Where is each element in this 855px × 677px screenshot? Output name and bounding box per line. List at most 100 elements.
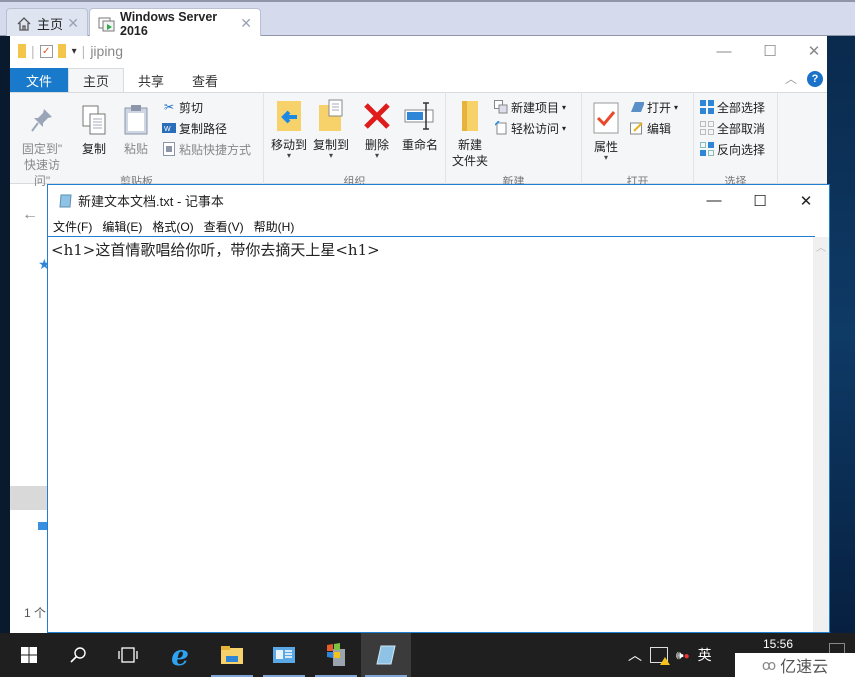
- menu-format[interactable]: 格式(O): [152, 218, 193, 235]
- move-to-button[interactable]: 移动到 ▾: [268, 99, 310, 160]
- search-icon: [70, 647, 86, 663]
- group-clipboard: 固定到" 快速访问" 复制 粘贴 ✂ 剪切 W 复制路径 粘贴快捷方式 剪贴板: [10, 93, 264, 188]
- select-none-button[interactable]: 全部取消: [700, 118, 765, 138]
- delete-x-icon: [361, 99, 393, 133]
- notepad-icon: [58, 193, 74, 209]
- menu-help[interactable]: 帮助(H): [254, 218, 295, 235]
- paste-icon: [120, 103, 152, 137]
- dropdown-icon: ▾: [562, 102, 567, 112]
- copy-button[interactable]: 复制: [76, 103, 112, 157]
- tab-home[interactable]: 主页 ✕: [6, 8, 88, 38]
- taskbar: e ︿ 🕪● 英 15:56 20: [0, 633, 855, 677]
- open-button[interactable]: 打开 ▾: [630, 97, 678, 117]
- close-icon[interactable]: ✕: [240, 15, 252, 32]
- ribbon: 固定到" 快速访问" 复制 粘贴 ✂ 剪切 W 复制路径 粘贴快捷方式 剪贴板 …: [10, 92, 827, 188]
- paste-button[interactable]: 粘贴: [118, 103, 154, 157]
- server-manager-button[interactable]: [259, 633, 309, 677]
- notepad-title: 新建文本文档.txt - 记事本: [78, 194, 224, 209]
- group-open: 属性 ▾ 打开 ▾ 编辑 打开: [582, 93, 694, 188]
- system-tray: ︿ 🕪● 英: [628, 633, 712, 677]
- scroll-up-icon[interactable]: ︿: [813, 239, 829, 254]
- volume-muted-icon[interactable]: 🕪●: [676, 648, 690, 663]
- desktop-edge: [0, 36, 10, 633]
- nav-item-selected[interactable]: [10, 486, 50, 510]
- task-view-button[interactable]: [103, 633, 153, 677]
- menu-view[interactable]: 查看(V): [204, 218, 244, 235]
- new-folder-icon: [454, 99, 486, 133]
- rename-icon: [404, 99, 436, 133]
- notepad-minimize-button[interactable]: —: [691, 185, 737, 216]
- invert-selection-icon: [700, 142, 714, 156]
- notepad-icon: [376, 645, 396, 665]
- svg-text:W: W: [164, 126, 171, 133]
- internet-explorer-icon: e: [171, 638, 189, 672]
- new-folder-qa-icon[interactable]: [57, 44, 66, 58]
- tab-share[interactable]: 共享: [124, 68, 178, 92]
- search-button[interactable]: [53, 633, 103, 677]
- dropdown-icon: ▾: [562, 123, 567, 133]
- customize-qa-dropdown-icon[interactable]: ▾: [72, 46, 77, 57]
- properties-button[interactable]: 属性 ▾: [588, 101, 624, 162]
- ribbon-right-controls: ︿ ?: [785, 70, 823, 87]
- copy-to-button[interactable]: 复制到 ▾: [310, 99, 352, 160]
- notepad-menu-bar: 文件(F) 编辑(E) 格式(O) 查看(V) 帮助(H): [48, 216, 829, 236]
- notepad-taskbar-button[interactable]: [361, 633, 411, 677]
- dropdown-icon: ▾: [674, 102, 679, 112]
- back-arrow-icon[interactable]: ←: [22, 206, 38, 224]
- new-item-button[interactable]: 新建项目 ▾: [494, 97, 566, 117]
- copy-icon: [78, 103, 110, 137]
- windows-logo-icon: [21, 647, 37, 663]
- vertical-scrollbar[interactable]: ︿: [813, 237, 829, 632]
- vm-tab-bar: 主页 ✕ Windows Server 2016 ✕: [0, 0, 855, 38]
- home-icon: [15, 15, 33, 33]
- network-warning-icon[interactable]: [650, 647, 670, 665]
- tab-home-ribbon[interactable]: 主页: [68, 68, 125, 92]
- menu-edit[interactable]: 编辑(E): [102, 218, 142, 235]
- watermark-text: 亿速云: [780, 659, 829, 676]
- new-folder-button[interactable]: 新建 文件夹: [450, 99, 490, 169]
- start-button[interactable]: [4, 633, 54, 677]
- task-view-icon: [118, 647, 138, 663]
- tab-file[interactable]: 文件: [10, 68, 69, 92]
- open-icon: [630, 100, 644, 114]
- edit-button[interactable]: 编辑: [630, 118, 671, 138]
- notepad-text-area[interactable]: <h1>这首情歌唱给你听，带你去摘天上星<h1>: [48, 236, 815, 632]
- tab-view[interactable]: 查看: [178, 68, 232, 92]
- clock-time: 15:56: [762, 637, 793, 651]
- minimize-button[interactable]: —: [701, 36, 747, 66]
- close-icon[interactable]: ✕: [67, 15, 79, 32]
- select-all-button[interactable]: 全部选择: [700, 97, 765, 117]
- close-button[interactable]: ✕: [791, 36, 837, 66]
- maximize-button[interactable]: ☐: [747, 36, 793, 66]
- copy-path-button[interactable]: W 复制路径: [162, 118, 227, 138]
- select-all-icon: [700, 100, 714, 114]
- easy-access-button[interactable]: 轻松访问 ▾: [494, 118, 566, 138]
- new-item-icon: [494, 100, 508, 114]
- navigation-pane: ← ★ 1 个: [10, 186, 51, 633]
- properties-checkbox-icon[interactable]: ✓: [39, 44, 53, 58]
- tab-home-label: 主页: [37, 17, 64, 32]
- input-language-indicator[interactable]: 英: [698, 645, 712, 665]
- paste-shortcut-icon: [162, 142, 176, 156]
- invert-selection-button[interactable]: 反向选择: [700, 139, 765, 159]
- tab-windows-server[interactable]: Windows Server 2016 ✕: [89, 8, 261, 38]
- show-hidden-icons-chevron[interactable]: ︿: [628, 645, 642, 665]
- select-none-icon: [700, 121, 714, 135]
- notepad-close-button[interactable]: ✕: [783, 185, 829, 216]
- delete-button[interactable]: 删除 ▾: [360, 99, 394, 160]
- scissors-icon: ✂: [163, 100, 175, 114]
- file-explorer-taskbar-button[interactable]: [207, 633, 257, 677]
- internet-explorer-button[interactable]: e: [155, 633, 205, 677]
- cut-button[interactable]: ✂ 剪切: [162, 97, 203, 117]
- group-select: 全部选择 全部取消 反向选择 选择: [694, 93, 778, 188]
- windows-update-button[interactable]: [311, 633, 361, 677]
- help-icon[interactable]: ?: [807, 70, 823, 87]
- menu-file[interactable]: 文件(F): [53, 218, 92, 235]
- notepad-maximize-button[interactable]: ☐: [737, 185, 783, 216]
- collapse-ribbon-icon[interactable]: ︿: [785, 70, 797, 87]
- copy-to-icon: [315, 99, 347, 133]
- paste-shortcut-button[interactable]: 粘贴快捷方式: [162, 139, 251, 159]
- window-title: jiping: [90, 43, 124, 59]
- copy-path-icon: W: [162, 121, 176, 135]
- rename-button[interactable]: 重命名: [398, 99, 442, 153]
